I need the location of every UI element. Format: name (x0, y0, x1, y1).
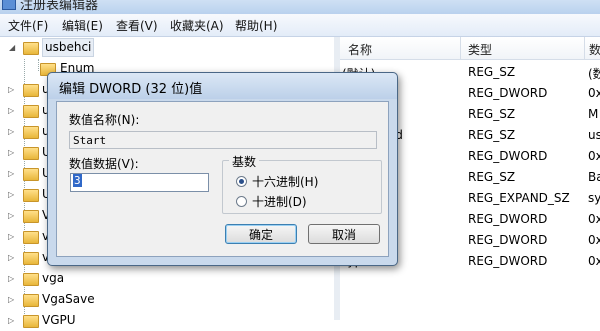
folder-icon (23, 84, 39, 97)
cancel-button[interactable]: 取消 (308, 224, 380, 244)
dialog-title: 编辑 DWORD (32 位)值 (59, 82, 203, 97)
collapse-arrow-icon[interactable]: ◢ (9, 37, 15, 58)
dialog-title-bar[interactable]: 编辑 DWORD (32 位)值 (48, 73, 397, 99)
menu-bar: 文件(F) 编辑(E) 查看(V) 收藏夹(A) 帮助(H) (0, 14, 600, 37)
regedit-icon (2, 0, 16, 10)
value-name-field: Start (69, 131, 377, 149)
column-data[interactable]: 数 (589, 41, 600, 58)
folder-icon (23, 126, 39, 139)
value-type: REG_DWORD (468, 254, 548, 268)
hex-radio-label[interactable]: 十六进制(H) (252, 173, 318, 190)
expand-arrow-icon[interactable]: ▷ (8, 205, 14, 226)
value-data-text: 3 (73, 174, 82, 187)
column-divider[interactable] (460, 37, 461, 59)
value-type: REG_SZ (468, 128, 516, 142)
value-data: 0x (588, 254, 600, 268)
menu-view[interactable]: 查看(V) (116, 17, 158, 34)
value-data: sy (588, 191, 600, 205)
tree-item-label: VGPU (42, 313, 76, 327)
expand-arrow-icon[interactable]: ▷ (8, 163, 14, 184)
value-name-label: 数值名称(N): (69, 113, 140, 127)
value-data: 0x (588, 86, 600, 100)
tree-item-vgasave[interactable]: ▷ VgaSave (0, 289, 140, 310)
menu-file[interactable]: 文件(F) (8, 17, 48, 34)
tree-item-vga[interactable]: ▷ vga (0, 268, 140, 289)
value-type: REG_DWORD (468, 212, 548, 226)
ok-button[interactable]: 确定 (225, 224, 297, 244)
value-data: us (588, 128, 600, 142)
expand-arrow-icon[interactable]: ▷ (8, 289, 14, 310)
expand-arrow-icon[interactable]: ▷ (8, 310, 14, 331)
value-data: 0x (588, 233, 600, 247)
tree-item-label: vga (42, 271, 65, 285)
tree-item-vgpu[interactable]: ▷ VGPU (0, 310, 140, 331)
title-bar: 注册表编辑器 (0, 0, 600, 14)
value-data-label: 数值数据(V): (69, 157, 139, 171)
dec-radio[interactable] (236, 196, 247, 207)
menu-favorites[interactable]: 收藏夹(A) (170, 17, 224, 34)
expand-arrow-icon[interactable]: ▷ (8, 100, 14, 121)
hex-radio[interactable] (236, 176, 247, 187)
value-type: REG_DWORD (468, 233, 548, 247)
value-type: REG_EXPAND_SZ (468, 191, 570, 205)
folder-icon (23, 168, 39, 181)
expand-arrow-icon[interactable]: ▷ (8, 79, 14, 100)
folder-icon (23, 273, 39, 286)
value-data: 0x (588, 149, 600, 163)
tree-item-usbehci[interactable]: ◢ usbehci (0, 37, 334, 58)
expand-arrow-icon[interactable]: ▷ (8, 142, 14, 163)
column-divider[interactable] (584, 37, 585, 59)
expand-arrow-icon[interactable]: ▷ (8, 121, 14, 142)
folder-icon (23, 105, 39, 118)
value-data: M (588, 107, 599, 121)
expand-arrow-icon[interactable]: ▷ (8, 184, 14, 205)
menu-edit[interactable]: 编辑(E) (62, 17, 103, 34)
folder-icon (23, 315, 39, 328)
tree-item-label: VgaSave (42, 292, 95, 306)
expand-arrow-icon[interactable]: ▷ (8, 226, 14, 247)
value-data: 0x (588, 212, 600, 226)
value-type: REG_SZ (468, 107, 516, 121)
value-data: (数 (588, 67, 600, 81)
tree-item-label: usbehci (42, 38, 95, 57)
list-header: 名称 类型 数 (340, 37, 600, 60)
menu-help[interactable]: 帮助(H) (235, 17, 277, 34)
dialog-body: 数值名称(N): Start 数值数据(V): 3 基数 十六进制(H) 十进制… (56, 101, 389, 257)
dec-radio-label[interactable]: 十进制(D) (252, 193, 307, 210)
value-data: Ba (588, 170, 600, 184)
value-type: REG_SZ (468, 170, 516, 184)
value-data-input[interactable]: 3 (70, 173, 209, 192)
expand-arrow-icon[interactable]: ▷ (8, 268, 14, 289)
edit-dword-dialog: 编辑 DWORD (32 位)值 数值名称(N): Start 数值数据(V):… (47, 72, 398, 266)
column-type[interactable]: 类型 (468, 41, 492, 58)
expand-arrow-icon[interactable]: ▷ (8, 247, 14, 268)
base-label: 基数 (229, 153, 260, 170)
folder-icon (23, 189, 39, 202)
value-type: REG_DWORD (468, 149, 548, 163)
folder-icon (23, 231, 39, 244)
folder-icon (23, 210, 39, 223)
value-type: REG_SZ (468, 65, 516, 79)
column-name[interactable]: 名称 (348, 41, 372, 58)
window-title: 注册表编辑器 (20, 0, 99, 13)
folder-icon (23, 42, 39, 55)
folder-icon (23, 252, 39, 265)
value-type: REG_DWORD (468, 86, 548, 100)
folder-icon (23, 147, 39, 160)
folder-icon (23, 294, 39, 307)
